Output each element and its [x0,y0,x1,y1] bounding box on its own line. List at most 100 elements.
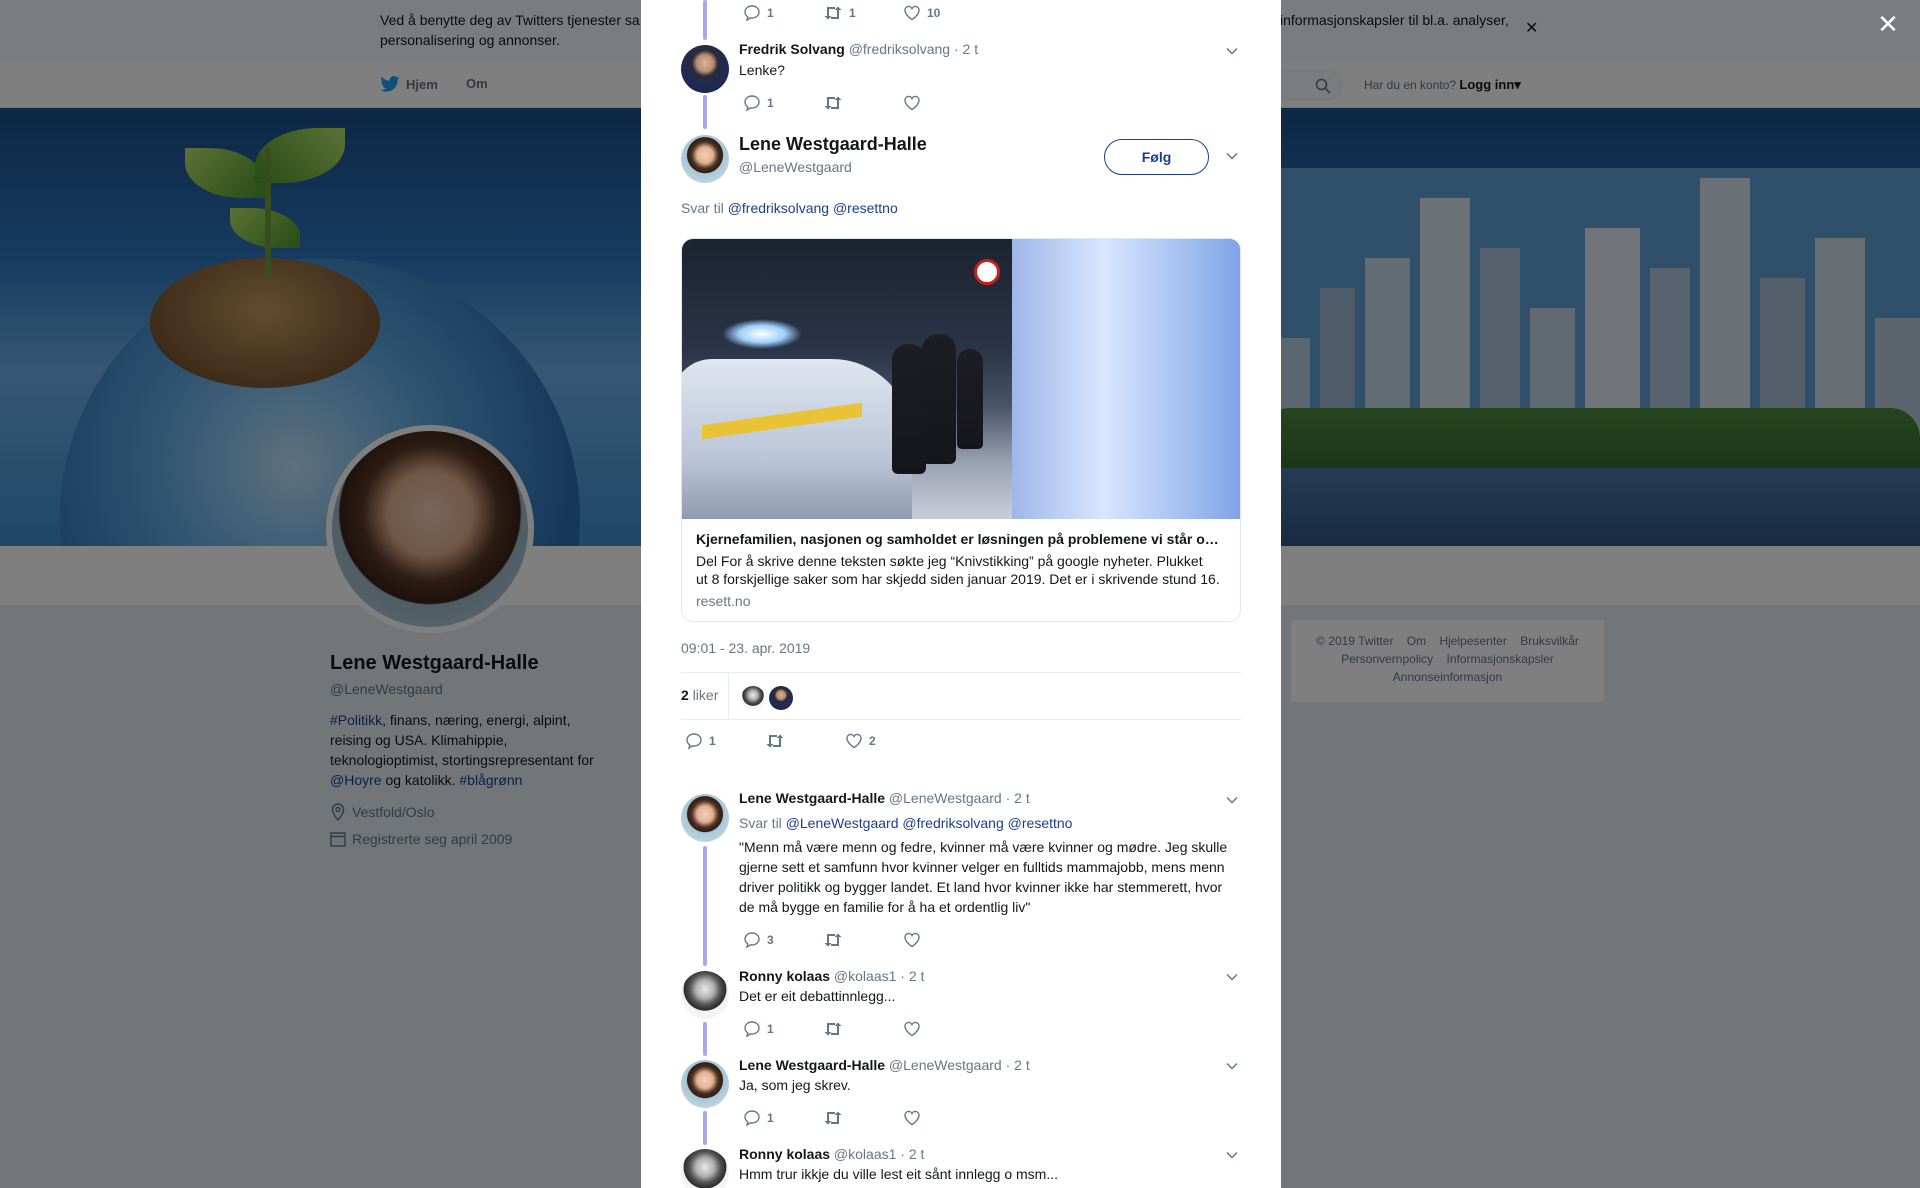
tweet-time[interactable]: · 2 t [900,1146,924,1162]
retweet-button[interactable]: 1 [823,4,903,22]
like-button[interactable] [903,1109,983,1127]
chevron-down-icon[interactable] [1225,44,1239,58]
like-button[interactable]: 2 [845,732,925,750]
tweet-text: Det er eit debattinnlegg... [739,988,896,1004]
reply-icon [686,733,702,750]
like-icon [904,1110,920,1126]
like-icon [904,932,920,948]
chevron-down-icon[interactable] [1225,1059,1239,1073]
reply-icon [744,1110,760,1127]
tweet-time[interactable]: · 2 t [1006,1057,1030,1073]
mention-link[interactable]: @fredriksolvang [728,200,829,216]
avatar[interactable] [681,794,729,842]
thread-line [703,0,707,40]
main-tweet-author-handle: @LeneWestgaard [739,159,852,175]
author-handle[interactable]: @kolaas1 [834,1146,896,1162]
link-card-domain: resett.no [696,593,751,609]
tweet-time[interactable]: · 2 t [954,41,978,57]
tweet-actions: 1 [743,94,983,112]
tweet-header: Ronny kolaas @kolaas1 · 2 t [739,1146,924,1162]
retweet-icon [824,1111,842,1125]
retweet-button[interactable] [823,931,903,949]
thread-line [703,1111,707,1145]
chevron-down-icon[interactable] [1225,149,1239,163]
tweet-header: Ronny kolaas @kolaas1 · 2 t [739,968,924,984]
liker-avatar[interactable] [741,686,765,710]
prev-tweet-actions: 1 1 10 [743,4,983,22]
mention-link[interactable]: @resettno [833,200,898,216]
link-card-description: Del For å skrive denne teksten søkte jeg… [696,553,1220,587]
like-button[interactable]: 10 [903,4,983,22]
tweet-actions: 1 [743,1020,983,1038]
link-card[interactable]: Kjernefamilien, nasjonen og samholdet er… [681,238,1241,622]
retweet-button[interactable] [823,1020,903,1038]
chevron-down-icon[interactable] [1225,793,1239,807]
reply-to-line: Svar til @LeneWestgaard @fredriksolvang … [739,815,1073,831]
like-button[interactable] [903,94,983,112]
author-handle[interactable]: @kolaas1 [834,968,896,984]
author-name[interactable]: Lene Westgaard-Halle [739,790,885,806]
tweet-timestamp[interactable]: 09:01 - 23. apr. 2019 [681,640,810,656]
mention-link[interactable]: @resettno [1008,815,1073,831]
tweet-text: Ja, som jeg skrev. [739,1077,851,1093]
retweet-icon [824,1022,842,1036]
reply-button[interactable]: 1 [743,4,823,22]
tweet-header: Fredrik Solvang @fredriksolvang · 2 t [739,41,978,57]
retweet-icon [766,734,784,748]
reply-button[interactable]: 1 [743,1020,823,1038]
tweet-text: Hmm trur ikkje du ville lest eit sånt in… [739,1166,1058,1182]
tweet-header: Lene Westgaard-Halle @LeneWestgaard · 2 … [739,790,1030,806]
retweet-icon [824,96,842,110]
like-icon [904,1021,920,1037]
reply-button[interactable]: 1 [743,1109,823,1127]
author-handle[interactable]: @LeneWestgaard [889,1057,1002,1073]
like-icon [904,95,920,111]
author-name[interactable]: Ronny kolaas [739,968,830,984]
author-name[interactable]: Fredrik Solvang [739,41,845,57]
tweet-time[interactable]: · 2 t [900,968,924,984]
reply-icon [744,932,760,949]
avatar[interactable] [681,135,729,183]
avatar[interactable] [681,1060,729,1108]
author-handle[interactable]: @LeneWestgaard [889,790,1002,806]
tweet-modal: 1 1 10 Fredrik Solvang @fredriksolvang ·… [641,0,1281,1188]
author-name[interactable]: Ronny kolaas [739,1146,830,1162]
tweet-text: "Menn må være menn og fedre, kvinner må … [739,839,1228,915]
reply-icon [744,1021,760,1038]
avatar[interactable] [681,971,729,1019]
author-name[interactable]: Lene Westgaard-Halle [739,1057,885,1073]
mention-link[interactable]: @fredriksolvang [902,815,1003,831]
author-handle[interactable]: @fredriksolvang [849,41,950,57]
likes-count[interactable]: 2 liker [681,687,718,703]
reply-button[interactable]: 3 [743,931,823,949]
follow-button[interactable]: Følg [1104,139,1209,175]
like-button[interactable] [903,931,983,949]
thread-line [703,846,707,966]
link-card-image [682,239,1240,519]
like-icon [904,5,920,21]
likes-row: 2 liker [681,672,1241,720]
thread-line [703,95,707,129]
close-icon[interactable]: ✕ [1876,11,1900,37]
like-button[interactable] [903,1020,983,1038]
reply-button[interactable]: 1 [743,94,823,112]
reply-button[interactable]: 1 [685,732,765,750]
link-card-title: Kjernefamilien, nasjonen og samholdet er… [696,531,1219,547]
tweet-actions: 3 [743,931,983,949]
retweet-icon [824,933,842,947]
main-tweet-actions: 1 2 [685,732,925,750]
retweet-button[interactable] [765,732,845,750]
like-icon [846,733,862,749]
reply-icon [744,95,760,112]
reply-to-line: Svar til @fredriksolvang @resettno [681,200,898,216]
mention-link[interactable]: @LeneWestgaard [786,815,899,831]
avatar[interactable] [681,1149,729,1188]
liker-avatar[interactable] [769,686,793,710]
tweet-time[interactable]: · 2 t [1006,790,1030,806]
chevron-down-icon[interactable] [1225,970,1239,984]
retweet-button[interactable] [823,94,903,112]
retweet-icon [824,6,842,20]
chevron-down-icon[interactable] [1225,1148,1239,1162]
retweet-button[interactable] [823,1109,903,1127]
avatar[interactable] [681,45,729,93]
